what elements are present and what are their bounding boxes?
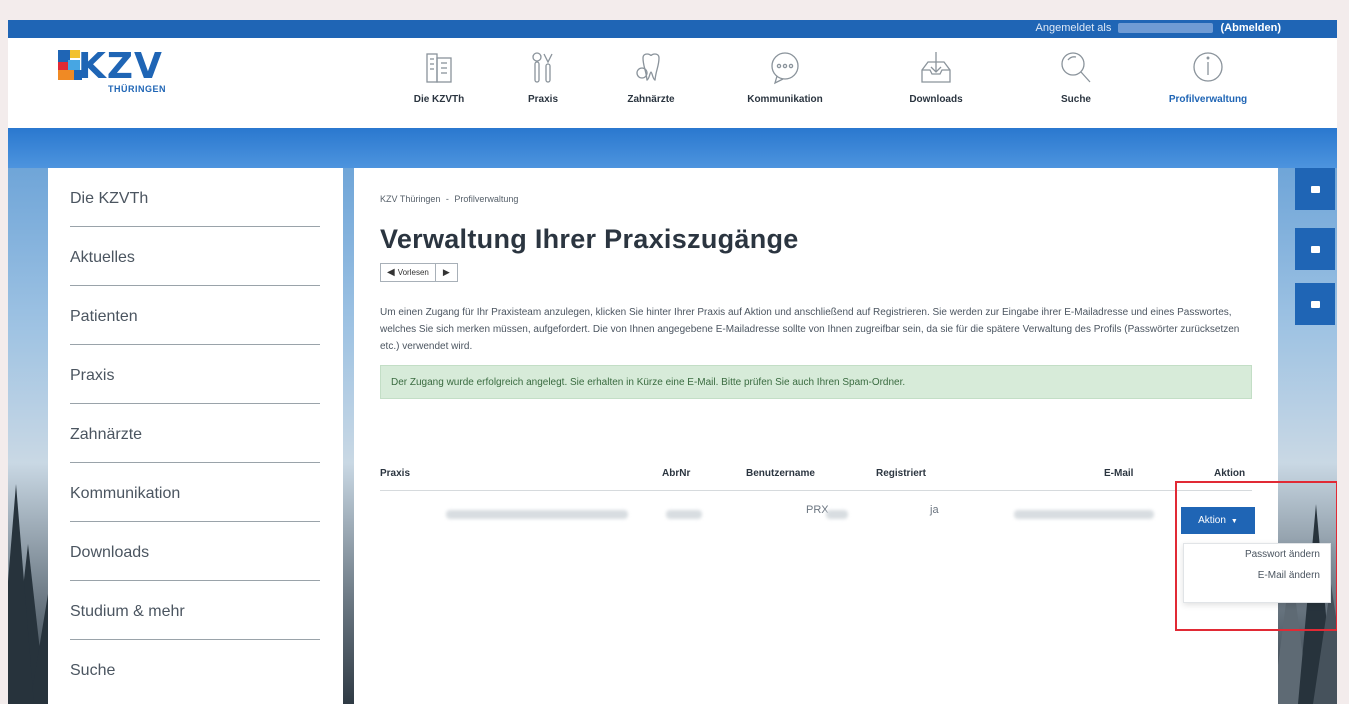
float-button-calculator[interactable] bbox=[1295, 168, 1335, 210]
login-prefix: Angemeldet als bbox=[1035, 22, 1112, 34]
float-button-monitor[interactable] bbox=[1295, 228, 1335, 270]
sidebar-item-downloads[interactable]: Downloads bbox=[70, 522, 320, 581]
praxis-name-redacted bbox=[446, 510, 628, 519]
sidebar-item-zahnaerzte[interactable]: Zahnärzte bbox=[70, 404, 320, 463]
info-icon bbox=[1193, 52, 1223, 82]
monitor-icon bbox=[1310, 245, 1320, 253]
col-header-email: E-Mail bbox=[1104, 468, 1134, 479]
browser-viewport: Angemeldet als (Abmelden) KZV THÜRINGEN bbox=[8, 20, 1337, 704]
nav-praxis[interactable]: Praxis bbox=[483, 48, 603, 105]
tools-icon bbox=[532, 52, 553, 83]
registriert-value: ja bbox=[930, 504, 939, 516]
main-content: KZV Thüringen - Profilverwaltung Verwalt… bbox=[354, 168, 1278, 704]
readspeaker-listen-button[interactable]: ◀ Vorlesen bbox=[381, 264, 436, 281]
breadcrumb-home[interactable]: KZV Thüringen bbox=[380, 194, 440, 204]
breadcrumb-separator: - bbox=[445, 194, 449, 204]
sidebar-item-aktuelles[interactable]: Aktuelles bbox=[70, 227, 320, 286]
chat-bubble-icon bbox=[771, 52, 799, 85]
nav-label: Kommunikation bbox=[747, 94, 823, 105]
tooth-icon bbox=[636, 53, 660, 81]
speaker-icon: ◀ bbox=[387, 267, 395, 278]
breadcrumb: KZV Thüringen - Profilverwaltung bbox=[380, 194, 1252, 204]
kzv-logo[interactable]: KZV THÜRINGEN bbox=[58, 46, 188, 98]
aktion-dropdown-button[interactable]: Aktion ▼ bbox=[1181, 507, 1255, 534]
nav-kommunikation[interactable]: Kommunikation bbox=[725, 48, 845, 105]
card-icon bbox=[1310, 300, 1320, 308]
caret-down-icon: ▼ bbox=[1230, 518, 1238, 525]
col-header-praxis: Praxis bbox=[380, 468, 411, 479]
sidebar-item-patienten[interactable]: Patienten bbox=[70, 286, 320, 345]
building-icon bbox=[426, 53, 452, 83]
login-bar: Angemeldet als (Abmelden) bbox=[8, 20, 1337, 38]
nav-label: Profilverwaltung bbox=[1168, 94, 1248, 105]
readspeaker-widget: ◀ Vorlesen ▶ bbox=[380, 263, 458, 282]
col-header-registriert: Registriert bbox=[876, 468, 927, 479]
sidebar-item-suche[interactable]: Suche bbox=[70, 640, 320, 699]
sidebar-item-praxis[interactable]: Praxis bbox=[70, 345, 320, 404]
nav-label: Die KZVTh bbox=[413, 94, 465, 105]
sidebar-item-studium[interactable]: Studium & mehr bbox=[70, 581, 320, 640]
abrnr-redacted bbox=[666, 510, 702, 519]
header-band bbox=[8, 128, 1337, 168]
sidebar-item-die-kzvth[interactable]: Die KZVTh bbox=[70, 168, 320, 227]
nav-label: Suche bbox=[1060, 94, 1091, 105]
email-redacted bbox=[1014, 510, 1154, 519]
breadcrumb-current: Profilverwaltung bbox=[454, 194, 519, 204]
logout-link[interactable]: (Abmelden) bbox=[1221, 22, 1282, 34]
benutzername-redacted bbox=[826, 510, 848, 519]
readspeaker-listen-label: Vorlesen bbox=[397, 268, 429, 277]
menu-item-passwort-aendern[interactable]: Passwort ändern bbox=[1184, 544, 1330, 565]
nav-suche[interactable]: Suche bbox=[1016, 48, 1136, 105]
table-header-divider bbox=[380, 490, 1252, 491]
play-icon[interactable]: ▶ bbox=[436, 264, 457, 281]
calculator-icon bbox=[1310, 185, 1320, 193]
page-title: Verwaltung Ihrer Praxiszugänge bbox=[380, 224, 799, 254]
site-header: KZV THÜRINGEN Die KZVTh Praxis Zahnärzte bbox=[8, 38, 1337, 128]
nav-label: Downloads bbox=[909, 94, 963, 105]
download-tray-icon bbox=[921, 52, 951, 83]
search-icon bbox=[1061, 52, 1091, 83]
aktion-dropdown-menu: Passwort ändern E-Mail ändern bbox=[1183, 543, 1331, 603]
menu-item-email-aendern[interactable]: E-Mail ändern bbox=[1184, 565, 1330, 586]
nav-zahnaerzte[interactable]: Zahnärzte bbox=[591, 48, 711, 105]
username-redacted bbox=[1118, 23, 1214, 34]
nav-die-kzvth[interactable]: Die KZVTh bbox=[379, 48, 499, 105]
sidebar-nav: Die KZVTh Aktuelles Patienten Praxis Zah… bbox=[48, 168, 343, 704]
nav-label: Zahnärzte bbox=[627, 94, 675, 105]
col-header-benutzername: Benutzername bbox=[746, 468, 815, 479]
float-button-card[interactable] bbox=[1295, 283, 1335, 325]
sidebar-item-kommunikation[interactable]: Kommunikation bbox=[70, 463, 320, 522]
nav-profilverwaltung[interactable]: Profilverwaltung bbox=[1148, 48, 1268, 105]
col-header-abrnr: AbrNr bbox=[662, 468, 691, 479]
logo-word: KZV bbox=[78, 46, 163, 87]
nav-downloads[interactable]: Downloads bbox=[876, 48, 996, 105]
logo-subtitle: THÜRINGEN bbox=[108, 84, 166, 94]
intro-text: Um einen Zugang für Ihr Praxisteam anzul… bbox=[380, 307, 1240, 352]
login-status: Angemeldet als (Abmelden) bbox=[1036, 22, 1281, 34]
nav-label: Praxis bbox=[527, 94, 559, 105]
success-alert: Der Zugang wurde erfolgreich angelegt. S… bbox=[380, 365, 1252, 399]
col-header-aktion: Aktion bbox=[1214, 468, 1246, 479]
aktion-button-label: Aktion bbox=[1198, 515, 1226, 526]
